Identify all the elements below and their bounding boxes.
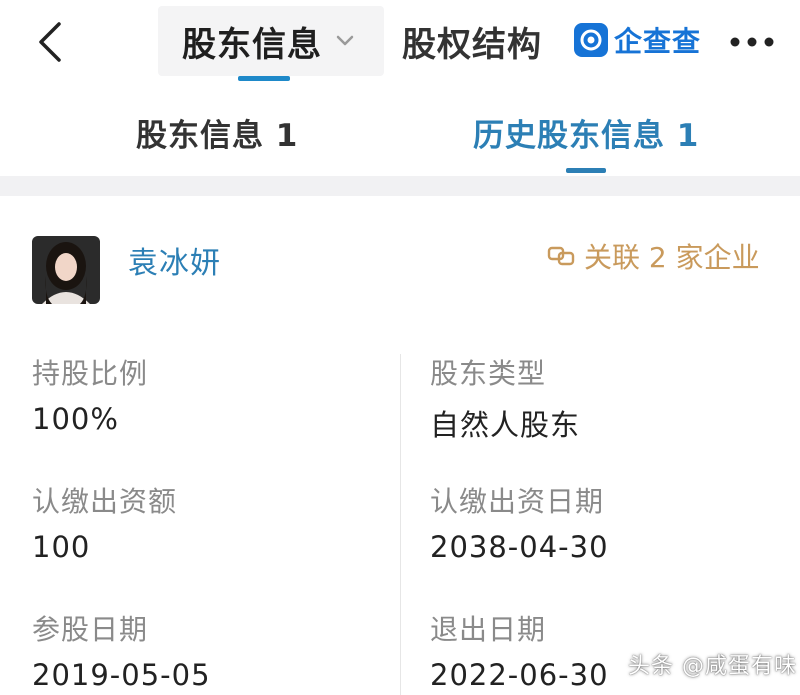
shareholder-type-label: 股东类型 bbox=[430, 357, 547, 390]
subscribed-date-value: 2038-04-30 bbox=[430, 530, 609, 564]
column-divider bbox=[400, 354, 401, 695]
subscribed-date-label: 认缴出资日期 bbox=[430, 485, 605, 518]
avatar[interactable] bbox=[32, 236, 100, 304]
join-date-value: 2019-05-05 bbox=[32, 658, 211, 692]
shareholder-card: 袁冰妍 关联 2 家企业 持股比例 100% 股东类型 自然人股东 认缴出资额 … bbox=[0, 196, 800, 695]
exit-date-value: 2022-06-30 bbox=[430, 658, 609, 692]
chevron-down-icon bbox=[334, 30, 356, 52]
subscribed-amount-label: 认缴出资额 bbox=[32, 485, 178, 518]
tab-historical-shareholder-info[interactable]: 历史股东信息 1 bbox=[473, 110, 699, 155]
more-button[interactable] bbox=[722, 22, 782, 62]
tab-shareholder-info-count[interactable]: 股东信息 1 bbox=[136, 110, 298, 155]
subscribed-amount-value: 100 bbox=[32, 530, 91, 564]
tab-shareholder-info-label: 股东信息 bbox=[182, 24, 322, 65]
shareholder-name-link[interactable]: 袁冰妍 bbox=[128, 238, 221, 282]
active-tab-indicator bbox=[238, 76, 290, 81]
tab-shareholder-info[interactable]: 股东信息 bbox=[158, 6, 384, 76]
brand-name: 企查查 bbox=[614, 25, 702, 58]
sub-tabs: 股东信息 1 历史股东信息 1 bbox=[0, 84, 800, 176]
related-companies-label: 关联 2 家企业 bbox=[584, 241, 760, 274]
subtab-active-indicator bbox=[566, 168, 606, 173]
source-watermark: 头条 @咸蛋有味 bbox=[628, 654, 797, 679]
shareholding-ratio-label: 持股比例 bbox=[32, 357, 149, 390]
link-icon bbox=[546, 241, 576, 271]
shareholder-type-value: 自然人股东 bbox=[430, 408, 581, 442]
join-date-label: 参股日期 bbox=[32, 613, 149, 646]
brand-logo-icon bbox=[574, 23, 608, 57]
back-icon bbox=[39, 22, 61, 62]
back-button[interactable] bbox=[22, 12, 78, 72]
related-companies-link[interactable]: 关联 2 家企业 bbox=[546, 238, 760, 274]
more-icon bbox=[730, 37, 774, 47]
shareholding-ratio-value: 100% bbox=[32, 402, 119, 436]
tab-equity-structure[interactable]: 股权结构 bbox=[402, 6, 542, 76]
section-separator bbox=[0, 176, 800, 196]
exit-date-label: 退出日期 bbox=[430, 613, 547, 646]
top-navigation-bar: 股东信息 股权结构 企查查 bbox=[0, 0, 800, 84]
brand-logo: 企查查 bbox=[574, 18, 701, 62]
